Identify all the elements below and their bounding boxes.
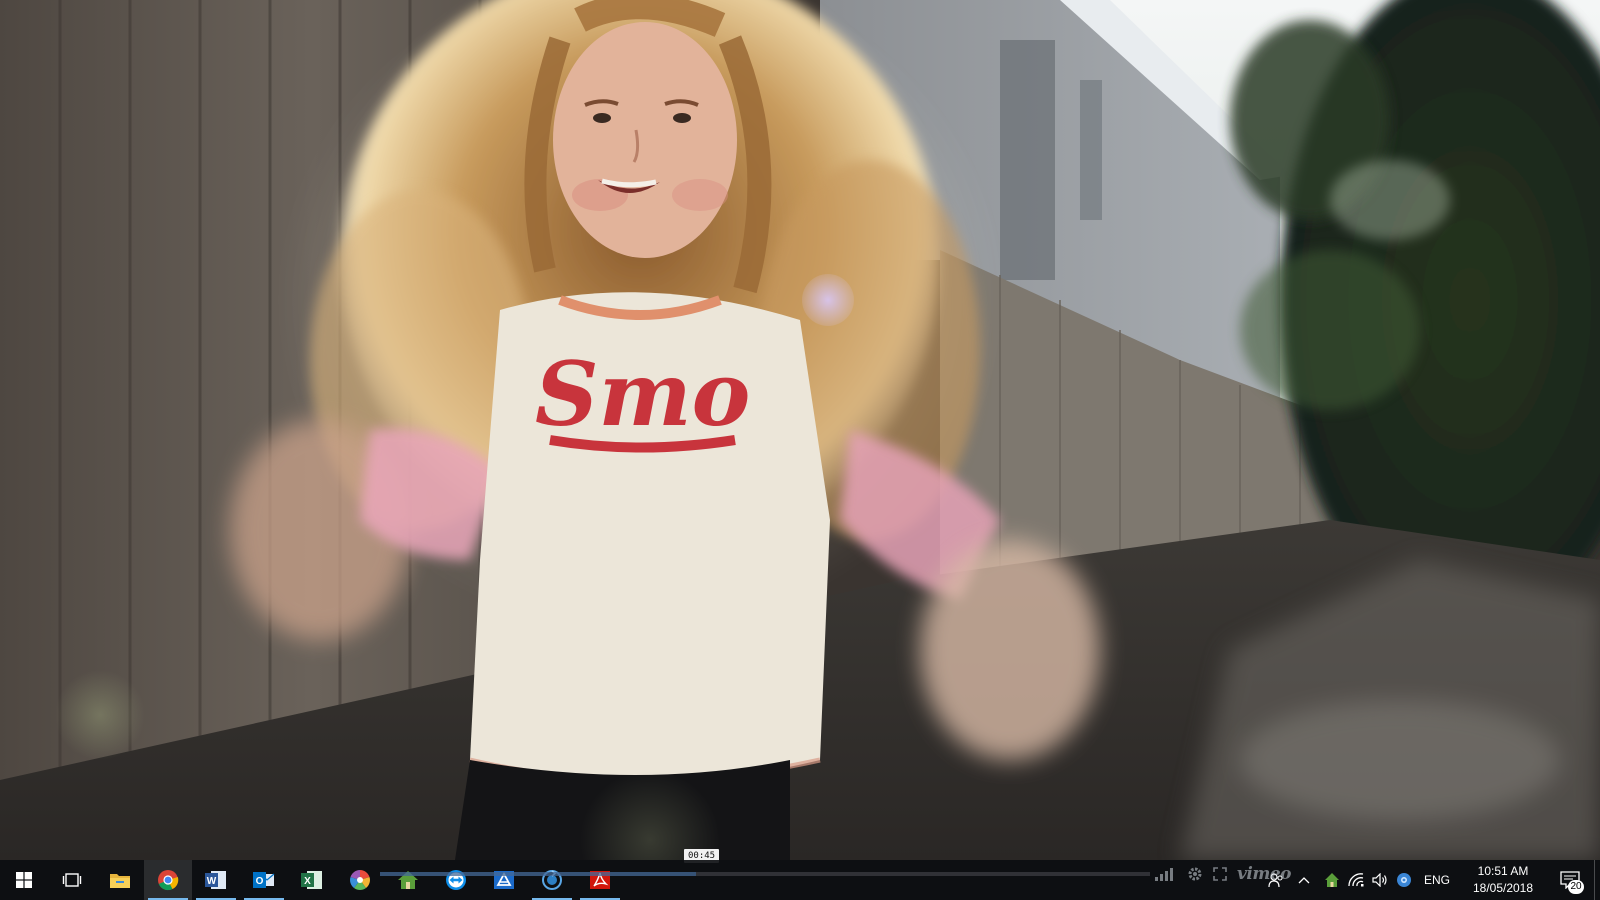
- excel-button[interactable]: X: [288, 860, 336, 900]
- input-language-indicator[interactable]: ENG: [1416, 860, 1460, 900]
- system-tray: ENG 10:51 AM 18/05/2018 20: [1264, 860, 1600, 900]
- outlook-button[interactable]: O: [240, 860, 288, 900]
- settings-gear-icon[interactable]: [1187, 866, 1203, 882]
- teamviewer-button[interactable]: [432, 860, 480, 900]
- video-frame-image: Smo: [0, 0, 1600, 860]
- video-progress-fill: [380, 872, 696, 876]
- color-app-button[interactable]: [336, 860, 384, 900]
- word-button[interactable]: W: [192, 860, 240, 900]
- svg-text:W: W: [207, 876, 217, 887]
- tray-home-app[interactable]: [1320, 860, 1344, 900]
- desktop-screen: Smo 00:45 W O X ENG 10:51 AM 18/05/2018 …: [0, 0, 1600, 900]
- chrome-icon: [158, 870, 179, 891]
- video-player[interactable]: Smo: [0, 0, 1600, 860]
- svg-text:O: O: [256, 876, 264, 887]
- volume-icon: [1372, 873, 1387, 887]
- home-app-button[interactable]: [384, 860, 432, 900]
- chevron-up-icon: [1298, 877, 1310, 884]
- word-icon: W: [205, 871, 226, 889]
- clock-date: 18/05/2018: [1472, 881, 1534, 895]
- fullscreen-icon[interactable]: [1213, 867, 1227, 881]
- network-globe-icon: [1396, 873, 1411, 887]
- vimeo-logo[interactable]: vimeo: [1237, 864, 1291, 884]
- azure-app-button[interactable]: [480, 860, 528, 900]
- chrome-button[interactable]: [144, 860, 192, 900]
- folder-icon: [110, 874, 130, 888]
- wifi-button[interactable]: [1344, 860, 1368, 900]
- clock-time: 10:51 AM: [1477, 864, 1529, 878]
- excel-icon: X: [301, 871, 322, 889]
- show-hidden-icons-button[interactable]: [1288, 860, 1320, 900]
- shirt-print-text: Smo: [535, 342, 750, 446]
- clock[interactable]: 10:51 AM 18/05/2018: [1460, 863, 1546, 897]
- task-view-button[interactable]: [48, 860, 96, 900]
- volume-bars-icon[interactable]: [1155, 867, 1177, 881]
- video-progress-bar[interactable]: [380, 872, 1150, 876]
- house-icon: [1324, 873, 1339, 887]
- sync-app-button[interactable]: [528, 860, 576, 900]
- windows-taskbar: W O X ENG 10:51 AM 18/05/2018 20: [0, 860, 1600, 900]
- outlook-icon: O: [253, 872, 275, 888]
- wifi-icon: [1348, 873, 1364, 887]
- action-center-button[interactable]: 20: [1546, 860, 1594, 900]
- file-explorer-button[interactable]: [96, 860, 144, 900]
- task-view-icon: [62, 873, 82, 887]
- volume-button[interactable]: [1368, 860, 1392, 900]
- show-desktop-button[interactable]: [1594, 860, 1600, 900]
- video-controls: vimeo: [1155, 864, 1291, 884]
- svg-text:X: X: [304, 876, 311, 887]
- start-button[interactable]: [0, 860, 48, 900]
- color-wheel-icon: [350, 870, 370, 890]
- network-app-button[interactable]: [1392, 860, 1416, 900]
- notification-count-badge: 20: [1568, 880, 1584, 894]
- windows-start-icon: [16, 872, 32, 888]
- acrobat-button[interactable]: [576, 860, 624, 900]
